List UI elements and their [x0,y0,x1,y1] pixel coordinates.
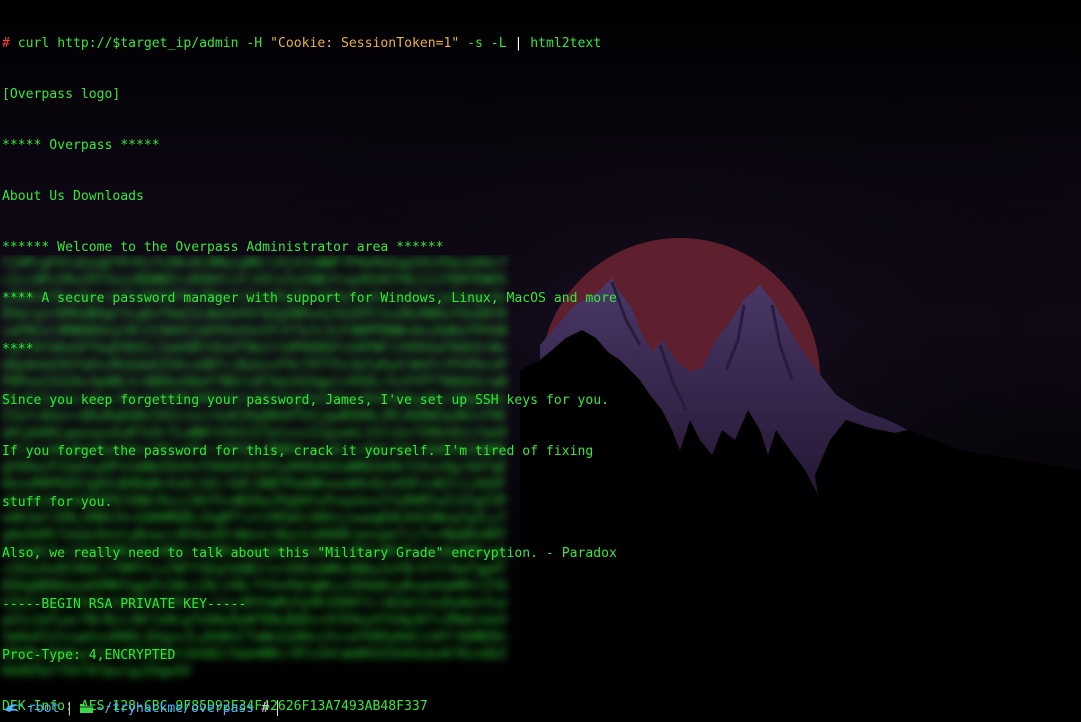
prompt-user: root [28,700,60,716]
prompt-path-home: ~ [96,700,105,716]
prompt-separator: | [65,700,74,716]
output-line: About Us Downloads [2,189,144,204]
output-line: ***** Overpass ***** [2,138,160,153]
shell-prompt-bar[interactable]: root | ~/tryhackme/overpass # [0,698,279,718]
kali-dragon-icon [5,704,23,712]
text-cursor[interactable] [277,700,279,716]
prompt-path-middle: /tryhackme/ [104,700,192,716]
command-text: curl http://$target_ip/admin -H [17,36,263,51]
output-line: [Overpass logo] [2,87,121,102]
prompt-symbol: # [2,36,10,51]
output-line: ****** Welcome to the Overpass Administr… [2,240,444,255]
command-pipe: | [514,36,523,51]
prompt-hash: # [261,700,270,716]
command-line: # curl http://$target_ip/admin -H "Cooki… [2,35,617,52]
redacted-key-text: fjHPcgF4laSyqEfPrKjfLD8+Hc9MajqRK/cOjVJx… [2,256,507,679]
redacted-private-key-block: fjHPcgF4laSyqEfPrKjfLD8+Hc9MajqRK/cOjVJx… [0,255,515,695]
folder-icon [80,704,94,713]
prompt-path-current: overpass [191,700,255,716]
command-header-arg: "Cookie: SessionToken=1" [270,36,460,51]
command-filter: html2text [530,36,602,51]
terminal-window[interactable]: # curl http://$target_ip/admin -H "Cooki… [0,0,1081,722]
command-flags: -s -L [467,36,507,51]
